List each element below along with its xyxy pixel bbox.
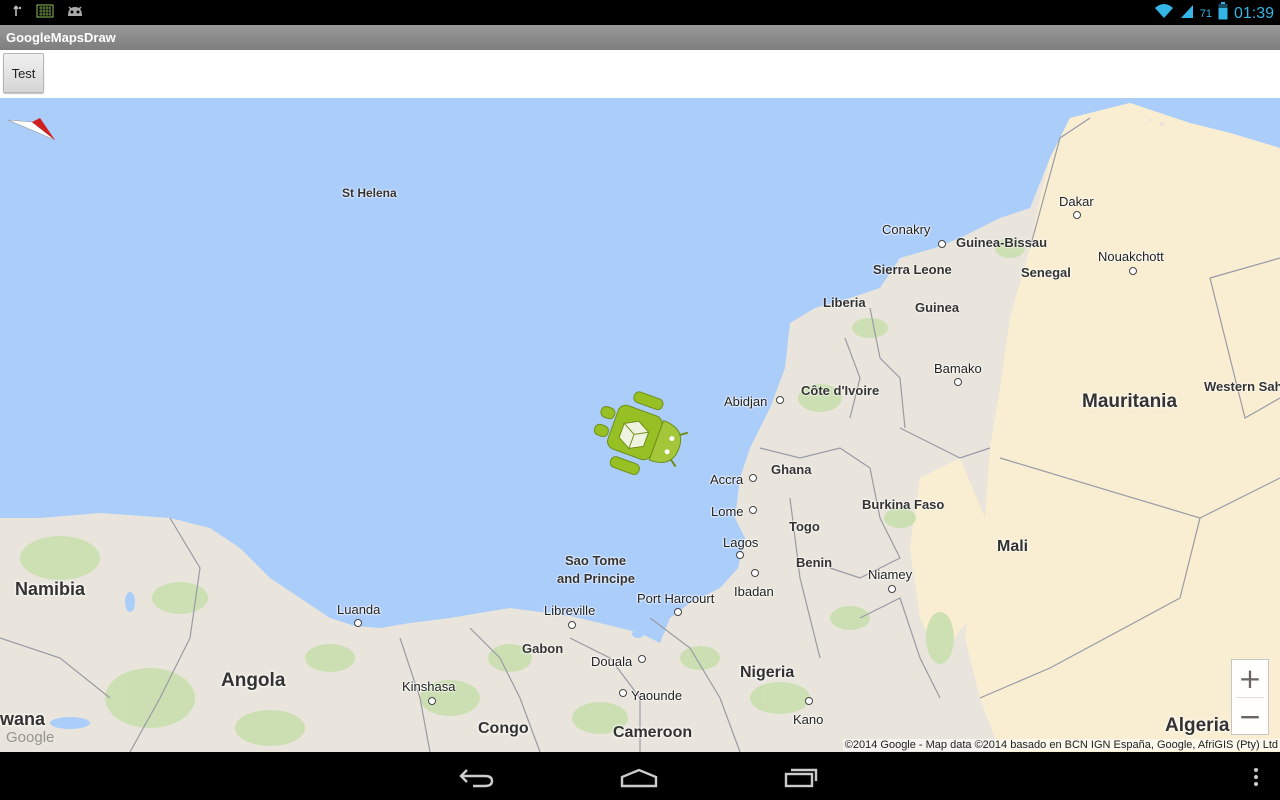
- label-and-principe: and Principe: [557, 571, 636, 586]
- label-liberia: Liberia: [823, 295, 866, 310]
- label-niamey: Niamey: [868, 567, 913, 582]
- battery-level: 71: [1199, 7, 1212, 20]
- label-namibia: Namibia: [15, 579, 86, 599]
- clock: 01:39: [1233, 4, 1274, 22]
- google-logo: Google: [6, 729, 55, 746]
- map-view[interactable]: St Helena Dakar Conakry Guinea-Bissau No…: [0, 98, 1280, 752]
- label-wana: wana: [0, 709, 46, 729]
- back-icon: [459, 769, 494, 788]
- app-title-bar: GoogleMapsDraw: [0, 25, 1280, 50]
- map-attribution: ©2014 Google - Map data ©2014 basado en …: [842, 739, 1280, 751]
- label-nigeria: Nigeria: [740, 664, 795, 681]
- label-conakry: Conakry: [882, 222, 931, 237]
- menu-button[interactable]: [1226, 762, 1280, 792]
- label-mauritania: Mauritania: [1082, 391, 1178, 412]
- toolbar: Test: [0, 50, 1280, 98]
- city-dot: [638, 655, 646, 663]
- wifi-icon: [1154, 3, 1174, 24]
- label-dakar: Dakar: [1059, 194, 1094, 209]
- status-bar: 71 01:39: [0, 0, 1280, 25]
- keyboard-icon: [36, 3, 54, 24]
- label-sao-tome: Sao Tome: [565, 553, 627, 568]
- city-dot: [751, 569, 759, 577]
- label-algeria: Algeria: [1165, 715, 1230, 736]
- city-dot: [954, 378, 962, 386]
- test-button[interactable]: Test: [3, 53, 44, 93]
- label-benin: Benin: [796, 555, 833, 570]
- label-burkina-faso: Burkina Faso: [862, 497, 945, 512]
- label-ibadan: Ibadan: [734, 584, 774, 599]
- city-dot: [736, 551, 744, 559]
- home-button[interactable]: [609, 762, 669, 792]
- label-lome: Lome: [711, 504, 744, 519]
- label-abidjan: Abidjan: [724, 394, 768, 409]
- city-dot: [888, 585, 896, 593]
- navigation-bar: [0, 752, 1280, 800]
- home-icon: [620, 768, 658, 788]
- city-dot: [938, 240, 946, 248]
- label-western-sahara: Western Saha: [1204, 379, 1280, 394]
- label-congo: Congo: [478, 720, 529, 737]
- app-title: GoogleMapsDraw: [6, 30, 116, 45]
- recents-button[interactable]: [771, 762, 831, 792]
- label-st-helena: St Helena: [342, 186, 397, 200]
- label-guinea-bissau: Guinea-Bissau: [956, 235, 1048, 250]
- city-dot: [1073, 211, 1081, 219]
- label-cote-divoire: Côte d'Ivoire: [801, 383, 880, 398]
- android-marker-icon[interactable]: [592, 390, 692, 476]
- label-port-harcourt: Port Harcourt: [637, 591, 715, 606]
- battery-icon: [1218, 2, 1228, 25]
- city-dot: [776, 396, 784, 404]
- label-kano: Kano: [793, 712, 824, 727]
- label-ghana: Ghana: [771, 462, 812, 477]
- label-sierra-leone: Sierra Leone: [873, 262, 952, 277]
- city-dot: [805, 697, 813, 705]
- zoom-in-button[interactable]: +: [1232, 660, 1268, 697]
- recents-icon: [784, 768, 818, 788]
- label-yaounde: Yaounde: [631, 688, 683, 703]
- label-mali: Mali: [997, 538, 1029, 555]
- label-gabon: Gabon: [522, 641, 564, 656]
- label-douala: Douala: [591, 654, 633, 669]
- city-dot: [568, 621, 576, 629]
- city-dot: [354, 619, 362, 627]
- label-bamako: Bamako: [934, 361, 982, 376]
- label-luanda: Luanda: [337, 602, 381, 617]
- label-senegal: Senegal: [1021, 265, 1071, 280]
- city-dot: [749, 506, 757, 514]
- android-face-icon: [66, 3, 84, 24]
- label-accra: Accra: [710, 472, 744, 487]
- back-button[interactable]: [447, 762, 507, 792]
- label-libreville: Libreville: [544, 603, 596, 618]
- menu-icon: [1254, 768, 1258, 786]
- label-cameroon: Cameroon: [613, 724, 693, 741]
- zoom-controls: + −: [1231, 659, 1269, 735]
- label-kinshasa: Kinshasa: [402, 679, 456, 694]
- city-dot: [749, 474, 757, 482]
- label-lagos: Lagos: [723, 535, 759, 550]
- cell-signal-icon: [1180, 3, 1194, 24]
- label-nouakchott: Nouakchott: [1098, 249, 1164, 264]
- city-dot: [1129, 267, 1137, 275]
- label-angola: Angola: [221, 670, 286, 691]
- zoom-out-button[interactable]: −: [1232, 698, 1268, 735]
- city-dot: [428, 697, 436, 705]
- label-guinea: Guinea: [915, 300, 960, 315]
- usb-debug-icon: [12, 3, 24, 24]
- label-togo: Togo: [789, 519, 820, 534]
- city-dot: [619, 689, 627, 697]
- city-dot: [674, 608, 682, 616]
